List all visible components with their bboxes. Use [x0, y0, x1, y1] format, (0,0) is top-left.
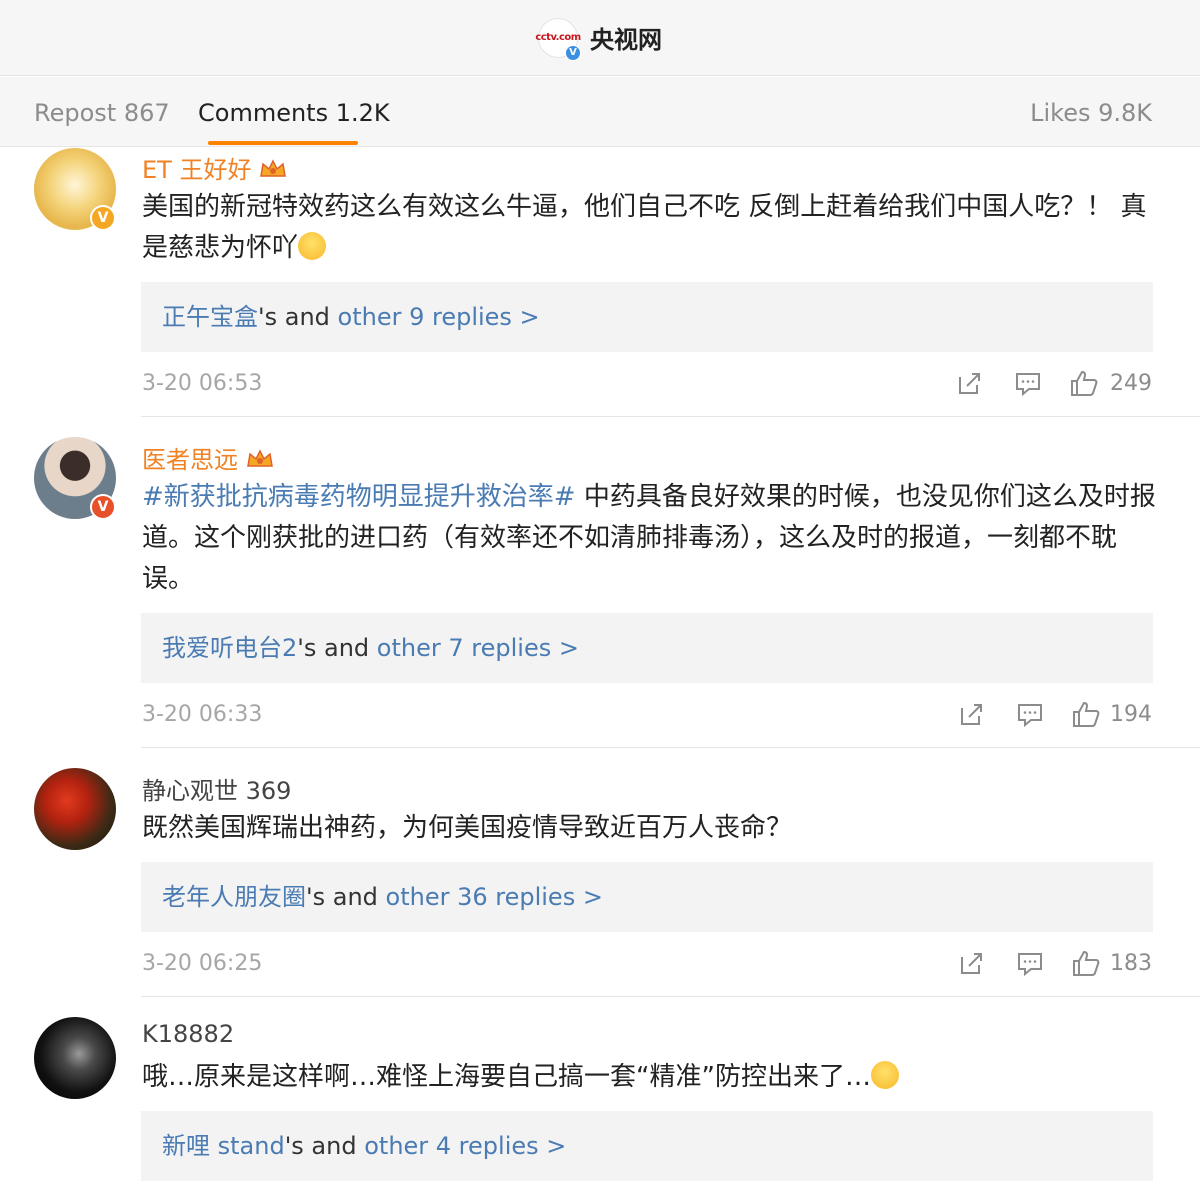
comment-username[interactable]: K18882	[142, 1020, 234, 1048]
like-icon[interactable]	[1072, 700, 1100, 728]
divider	[141, 416, 1200, 417]
user-avatar[interactable]	[34, 768, 116, 850]
tab-bar: Repost 867 Comments 1.2K Likes 9.8K	[0, 77, 1200, 147]
emoji-icon	[298, 232, 327, 260]
top-bar: cctv.com V 央视网	[0, 0, 1200, 76]
verified-icon: V	[565, 44, 581, 61]
replies-preview[interactable]: 正午宝盒's and other 9 replies >	[141, 282, 1153, 352]
account-avatar[interactable]: cctv.com V	[535, 17, 581, 61]
comment-text: 哦…原来是这样啊…难怪上海要自己搞一套“精准”防控出来了…	[142, 1057, 1157, 1098]
tab-likes[interactable]: Likes 9.8K	[1030, 99, 1152, 127]
like-count: 194	[1110, 702, 1152, 727]
more-replies-link[interactable]: other 4 replies >	[364, 1132, 566, 1160]
username-text: ET 王好好	[142, 156, 252, 184]
comment-text: 既然美国辉瑞出神药，为何美国疫情导致近百万人丧命？	[142, 813, 793, 843]
comment-icon[interactable]	[1017, 702, 1043, 728]
crown-icon	[260, 159, 287, 177]
like-icon[interactable]	[1072, 949, 1100, 977]
reply-connector: 's and	[297, 634, 377, 662]
comment-icon[interactable]	[1017, 951, 1043, 977]
reply-user-link[interactable]: 我爱听电台2	[162, 634, 297, 662]
crown-icon	[247, 449, 273, 467]
reply-user-link[interactable]: 新哩 stand	[162, 1132, 285, 1160]
reply-connector: 's and	[306, 883, 386, 911]
comment-time: 3-20 06:53	[142, 371, 263, 396]
replies-preview[interactable]: 我爱听电台2's and other 7 replies >	[141, 613, 1153, 683]
tab-repost[interactable]: Repost 867	[34, 99, 170, 127]
comment-icon[interactable]	[1015, 371, 1041, 397]
comment-body: 哦…原来是这样啊…难怪上海要自己搞一套“精准”防控出来了…	[142, 1062, 871, 1092]
tab-comments[interactable]: Comments 1.2K	[198, 99, 390, 127]
comment-time: 3-20 06:25	[142, 951, 263, 976]
reply-user-link[interactable]: 正午宝盒	[162, 303, 258, 331]
reply-user-link[interactable]: 老年人朋友圈	[162, 883, 306, 911]
comment-text: 美国的新冠特效药这么有效这么牛逼，他们自己不吃 反倒上赶着给我们中国人吃？！ 真…	[142, 187, 1157, 269]
comment-username[interactable]: ET 王好好	[142, 150, 287, 185]
share-icon[interactable]	[959, 702, 985, 728]
comment-username[interactable]: 静心观世 369	[142, 771, 291, 806]
share-icon[interactable]	[957, 371, 983, 397]
replies-preview[interactable]: 老年人朋友圈's and other 36 replies >	[141, 862, 1153, 932]
more-replies-link[interactable]: other 9 replies >	[338, 303, 540, 331]
active-tab-indicator	[208, 141, 358, 145]
share-icon[interactable]	[959, 951, 985, 977]
laughing-emoji-icon	[870, 1061, 899, 1089]
verified-icon: V	[90, 494, 116, 520]
replies-preview[interactable]: 新哩 stand's and other 4 replies >	[141, 1111, 1153, 1181]
reply-connector: 's and	[258, 303, 338, 331]
comment-username[interactable]: 医者思远	[142, 440, 274, 475]
reply-connector: 's and	[284, 1132, 365, 1160]
like-count: 249	[1110, 371, 1152, 396]
username-text: 医者思远	[142, 446, 238, 474]
divider	[141, 747, 1200, 748]
hashtag-link[interactable]: #新获批抗病毒药物明显提升救治率#	[142, 482, 576, 512]
page-title[interactable]: 央视网	[590, 20, 662, 55]
divider	[141, 996, 1200, 997]
verified-icon: V	[90, 205, 116, 231]
comment-text: #新获批抗病毒药物明显提升救治率# 中药具备良好效果的时候，也没见你们这么及时报…	[142, 477, 1157, 600]
comment-time: 3-20 06:33	[142, 702, 263, 727]
more-replies-link[interactable]: other 7 replies >	[377, 634, 579, 662]
like-count: 183	[1110, 951, 1152, 976]
like-icon[interactable]	[1070, 369, 1098, 397]
user-avatar[interactable]	[34, 1017, 116, 1099]
more-replies-link[interactable]: other 36 replies >	[386, 883, 603, 911]
comment-body: 美国的新冠特效药这么有效这么牛逼，他们自己不吃 反倒上赶着给我们中国人吃？！ 真…	[142, 192, 1147, 263]
